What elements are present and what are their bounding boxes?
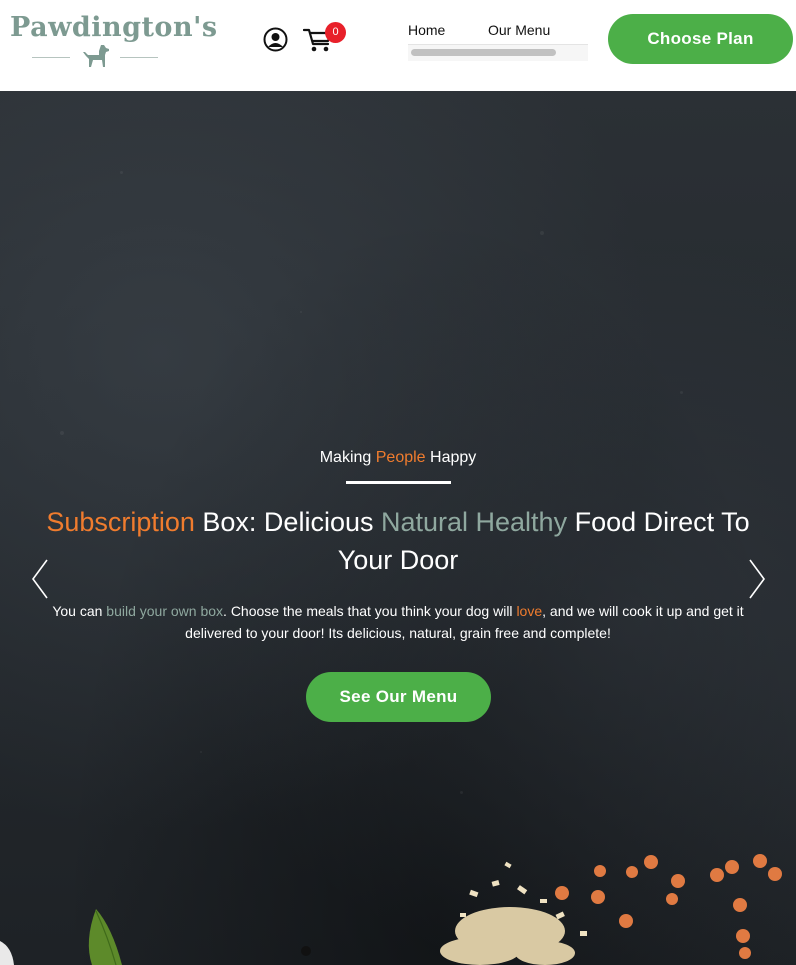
logo-divider-left <box>32 57 70 58</box>
texture-speck <box>680 391 683 394</box>
chevron-right-icon[interactable] <box>746 557 768 601</box>
user-circle-icon[interactable] <box>263 27 288 52</box>
nav-scrollbar-thumb[interactable] <box>411 49 556 56</box>
texture-speck <box>60 431 64 435</box>
cart-button[interactable]: 0 <box>303 22 346 56</box>
site-header: Pawdington's 0 Home Our Menu Choose Plan <box>0 0 796 91</box>
texture-speck <box>460 791 463 794</box>
texture-speck <box>120 171 123 174</box>
logo-divider-right <box>120 57 158 58</box>
logo[interactable]: Pawdington's <box>10 10 217 72</box>
texture-speck <box>300 311 302 313</box>
nav-scrollbar[interactable] <box>408 44 588 61</box>
hero-headline: Subscription Box: Delicious Natural Heal… <box>46 507 750 575</box>
texture-speck <box>540 231 544 235</box>
build-box-link[interactable]: build your own box <box>106 603 223 619</box>
choose-plan-button[interactable]: Choose Plan <box>608 14 793 64</box>
hero-slider: Making People Happy Subscription Box: De… <box>0 91 796 965</box>
logo-text: Pawdington's <box>10 12 218 43</box>
nav-home-link[interactable]: Home <box>408 22 445 38</box>
texture-speck <box>200 751 202 753</box>
dog-icon <box>83 45 109 67</box>
see-our-menu-button[interactable]: See Our Menu <box>306 672 491 722</box>
chevron-left-icon[interactable] <box>29 557 51 601</box>
cart-count-badge: 0 <box>325 22 346 43</box>
hero-description: You can build your own box. Choose the m… <box>52 603 744 641</box>
tagline-underline <box>346 481 451 484</box>
nav-our-menu-link[interactable]: Our Menu <box>488 22 550 38</box>
main-nav: Home Our Menu <box>408 22 588 62</box>
hero-tagline: Making People Happy <box>319 449 477 466</box>
